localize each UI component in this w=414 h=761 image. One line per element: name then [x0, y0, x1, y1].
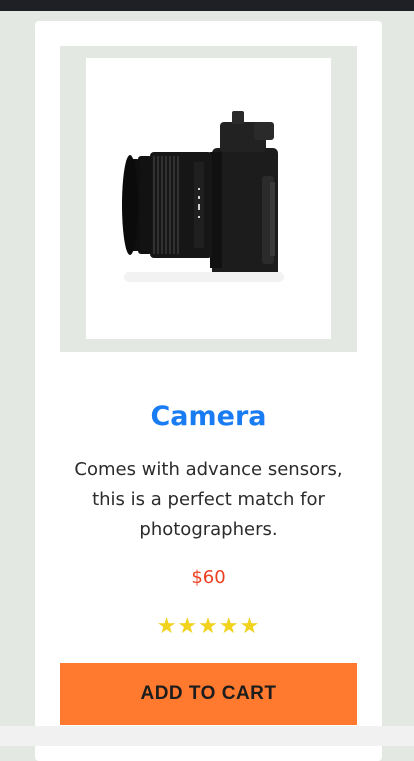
product-card: Camera Comes with advance sensors, this … — [35, 21, 382, 761]
star-rating: ★★★★★ — [156, 614, 261, 639]
product-image[interactable] — [86, 58, 331, 339]
top-bar — [0, 0, 414, 11]
product-price: $60 — [191, 567, 226, 588]
bottom-strip — [0, 726, 414, 746]
product-image-frame — [60, 46, 357, 352]
camera-photo — [122, 111, 284, 282]
product-title[interactable]: Camera — [35, 401, 382, 432]
product-description: Comes with advance sensors, this is a pe… — [74, 459, 343, 540]
add-to-cart-button[interactable]: ADD TO CART — [60, 663, 357, 725]
